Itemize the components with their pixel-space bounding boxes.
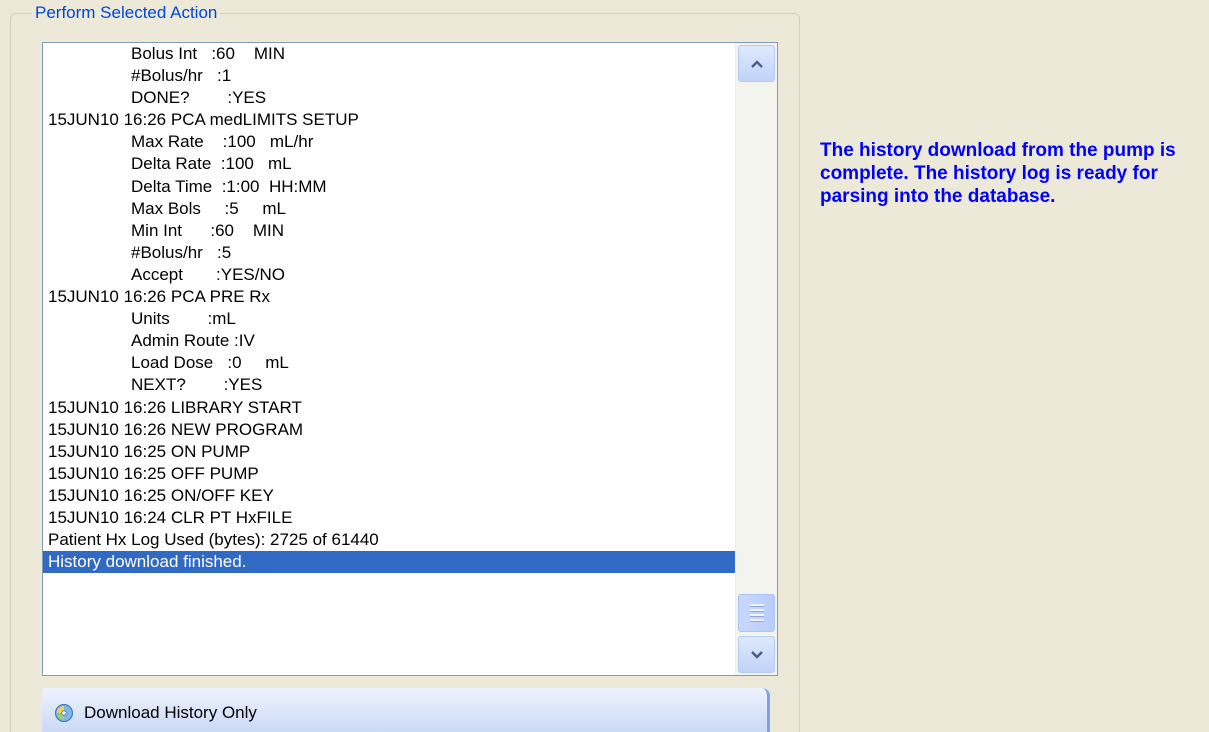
grip-line (749, 614, 764, 617)
log-row[interactable]: 15JUN10 16:25 ON PUMP (43, 441, 735, 463)
download-history-label: Download History Only (84, 703, 257, 722)
log-row[interactable]: #Bolus/hr :5 (43, 242, 735, 264)
chevron-up-icon (750, 59, 763, 68)
history-log-listbox[interactable]: Bolus Int :60 MIN #Bolus/hr :1 DONE? :YES 1… (42, 42, 778, 676)
grip-line (749, 619, 764, 622)
download-history-button[interactable]: Download History Only (42, 688, 770, 732)
log-row[interactable]: Bolus Int :60 MIN (43, 43, 735, 65)
grip-line (749, 609, 764, 612)
scroll-up-button[interactable] (738, 45, 775, 82)
history-log-list[interactable]: Bolus Int :60 MIN #Bolus/hr :1 DONE? :YES 1… (43, 43, 735, 675)
log-row[interactable]: Max Rate :100 mL/hr (43, 131, 735, 153)
log-row-selected[interactable]: History download finished. (43, 551, 735, 574)
log-row[interactable]: DONE? :YES (43, 87, 735, 109)
download-disc-icon (54, 703, 74, 723)
log-row[interactable]: Accept :YES/NO (43, 264, 735, 286)
vertical-scrollbar[interactable] (735, 43, 777, 675)
log-row[interactable]: NEXT? :YES (43, 374, 735, 396)
status-message: The history download from the pump is co… (820, 140, 1176, 207)
log-row[interactable]: Delta Time :1:00 HH:MM (43, 176, 735, 198)
scroll-thumb[interactable] (738, 594, 775, 632)
groupbox-title: Perform Selected Action (32, 3, 221, 23)
scroll-down-button[interactable] (738, 636, 775, 673)
log-row[interactable]: Max Bols :5 mL (43, 198, 735, 220)
log-row[interactable]: 15JUN10 16:24 CLR PT HxFILE (43, 507, 735, 529)
log-row[interactable]: 15JUN10 16:26 NEW PROGRAM (43, 419, 735, 441)
log-row[interactable]: 15JUN10 16:26 PCA PRE Rx (43, 286, 735, 308)
log-row[interactable]: #Bolus/hr :1 (43, 65, 735, 87)
log-row[interactable]: Min Int :60 MIN (43, 220, 735, 242)
log-row[interactable]: Admin Route :IV (43, 330, 735, 352)
chevron-down-icon (750, 650, 763, 659)
log-row[interactable]: 15JUN10 16:25 OFF PUMP (43, 463, 735, 485)
log-row[interactable]: 15JUN10 16:26 LIBRARY START (43, 397, 735, 419)
log-row[interactable]: 15JUN10 16:25 ON/OFF KEY (43, 485, 735, 507)
log-row[interactable]: Units :mL (43, 308, 735, 330)
window-body: Perform Selected Action Bolus Int :60 MI… (0, 0, 1209, 732)
grip-line (749, 604, 764, 607)
log-row[interactable]: Delta Rate :100 mL (43, 153, 735, 175)
log-row[interactable]: Patient Hx Log Used (bytes): 2725 of 614… (43, 529, 735, 551)
log-row[interactable]: 15JUN10 16:26 PCA medLIMITS SETUP (43, 109, 735, 131)
log-row[interactable]: Load Dose :0 mL (43, 352, 735, 374)
